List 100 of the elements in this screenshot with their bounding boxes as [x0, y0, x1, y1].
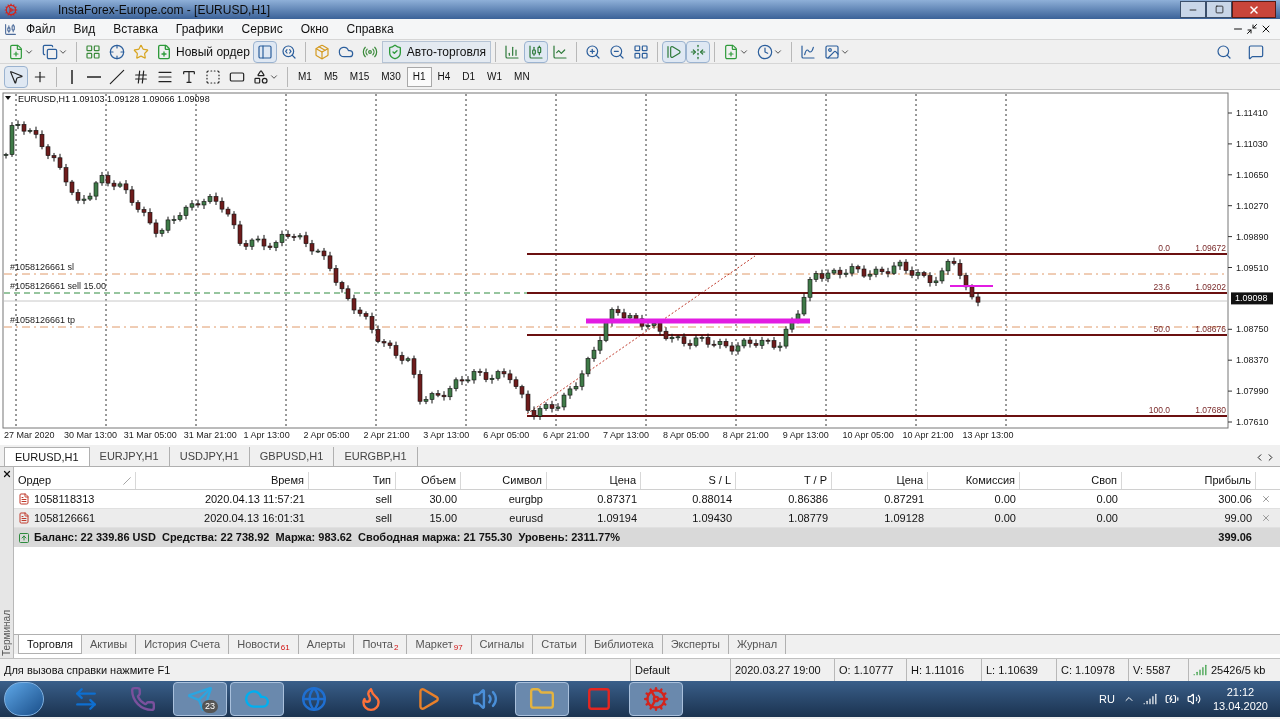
column-header[interactable]: Цена [832, 472, 928, 489]
time-label: 6 Apr 05:00 [483, 430, 530, 440]
time-label: 3 Apr 13:00 [423, 430, 470, 440]
table-cell-text: 0.00 [1095, 510, 1119, 526]
timeframe-button[interactable]: MN [508, 66, 536, 87]
menu-item[interactable]: Вид [64, 20, 105, 38]
column-header[interactable]: Символ [461, 472, 547, 489]
table-cell-text: 1.09430 [691, 510, 733, 526]
table-cell-text: 0.00 [1095, 491, 1119, 507]
price-label: 1.07990 [1236, 386, 1269, 397]
column-header[interactable]: Время [136, 472, 309, 489]
high-price: H: 1.11016 [911, 662, 964, 678]
language-indicator: RU [1099, 691, 1115, 707]
new-order-button[interactable]: Новый ордер [153, 40, 253, 63]
table-cell-text: sell [374, 491, 393, 507]
table-cell-text: 0.87371 [596, 491, 638, 507]
fibonacci-level: 0.0 [1158, 243, 1170, 253]
table-cell-text: 2020.04.13 16:01:31 [203, 510, 306, 526]
terminal-tab[interactable]: История Счета [136, 635, 230, 654]
date: 13.04.2020 [1212, 699, 1268, 713]
table-cell-text: 30.00 [428, 491, 458, 507]
time-label: 9 Apr 13:00 [782, 430, 829, 440]
time-label: 31 Mar 21:00 [183, 430, 237, 440]
timeframe-button[interactable]: W1 [481, 66, 509, 87]
table-cell-text: eurgbp [507, 491, 544, 507]
terminal-tab[interactable]: Библиотека [585, 635, 663, 654]
chart-tab[interactable]: EURUSD,H1 [4, 447, 90, 466]
time-label: 2 Apr 21:00 [363, 430, 410, 440]
timeframe-button[interactable]: M5 [317, 66, 344, 87]
account-summary: Баланс: 22 339.86 USD Средства: 22 738.92 Маржа: 983.62 Свободная маржа: 21 755.30 Уровень: 2311.77% [34, 530, 621, 546]
terminal-tab[interactable]: Сигналы [471, 635, 534, 654]
taskbar-app-button[interactable]: 23 [173, 682, 227, 716]
price-label: 1.11410 [1236, 108, 1268, 118]
time-label: 8 Apr 05:00 [662, 430, 709, 440]
table-cell-text: 1.09128 [883, 510, 925, 526]
bar-time: 2020.03.27 19:00 [735, 662, 821, 678]
table-cell: 1058126661 [14, 509, 136, 527]
table-cell-text: 0.88014 [691, 491, 733, 507]
time-label: 6 Apr 21:00 [543, 430, 590, 440]
menu-item[interactable]: Графики [166, 20, 233, 38]
menu-item[interactable]: Окно [291, 20, 338, 38]
fibonacci-price: 1.07680 [1195, 405, 1226, 415]
price-label: 1.08750 [1236, 324, 1269, 335]
low-price: L: 1.10639 [986, 662, 1038, 678]
unread-count: 2 [394, 642, 399, 654]
window-title: InstaForex-Europe.com - [EURUSD,H1] [58, 1, 271, 19]
menu-item[interactable]: Файл [17, 20, 65, 38]
profile-name: Default [635, 662, 670, 678]
timeframe-button[interactable]: M15 [343, 66, 376, 87]
column-header[interactable]: S / L [641, 472, 736, 489]
column-header[interactable]: Тип [309, 472, 396, 489]
notification-badge: 23 [202, 699, 218, 713]
current-price: 1.09098 [1231, 292, 1273, 305]
column-header[interactable]: Комиссия [928, 472, 1020, 489]
column-header[interactable]: Объем [396, 472, 461, 489]
fibonacci-price: 1.09672 [1195, 243, 1226, 253]
order-line-label: #1058126661 sell 15.00 [10, 281, 107, 291]
order-line-label: #1058126661 tp [10, 315, 76, 325]
order-row[interactable]: 1058126661 2020.04.13 16:01:31 sell 15.00 eurusd 1.09194 1.09430 1.08779 1.09128 0.00 0.00 99.00 [14, 509, 1280, 528]
price-label: 1.11030 [1236, 138, 1268, 149]
order-row[interactable]: 1058118313 2020.04.13 11:57:21 sell 30.00 eurgbp 0.87371 0.88014 0.86386 0.87291 0.00 0.00 300.06 [14, 490, 1280, 509]
column-header[interactable]: T / P [736, 472, 832, 489]
terminal-tab[interactable]: Торговля [18, 635, 82, 654]
terminal-tab[interactable]: Статьи [533, 635, 586, 654]
column-header[interactable]: Цена [547, 472, 641, 489]
terminal-tab[interactable]: Журнал [728, 635, 787, 654]
table-cell-text: 99.00 [1223, 510, 1253, 526]
time-label: 7 Apr 13:00 [603, 430, 650, 440]
price-label: 1.08370 [1236, 355, 1269, 366]
menu-item[interactable]: Вставка [104, 20, 167, 38]
column-header[interactable]: Прибыль [1122, 472, 1256, 489]
menu-item[interactable]: Справка [337, 20, 403, 38]
column-header[interactable]: Своп [1020, 472, 1122, 489]
clock: 21:12 [1226, 685, 1255, 699]
timeframe-button[interactable]: M1 [292, 66, 318, 87]
timeframe-button[interactable]: H4 [431, 66, 457, 87]
table-cell: 1058118313 [14, 490, 136, 508]
column-header[interactable]: Ордер [14, 472, 136, 489]
total-profit: 399.06 [1218, 530, 1252, 546]
fibonacci-price: 1.09202 [1195, 282, 1226, 292]
auto-trading-button[interactable]: Авто-торговля [381, 40, 492, 63]
price-label: 1.10270 [1236, 200, 1269, 211]
timeframe-button[interactable]: H1 [406, 66, 432, 87]
unread-count: 97 [453, 642, 463, 654]
time-label: 31 Mar 05:00 [123, 430, 177, 440]
terminal-tab[interactable]: Активы [81, 635, 137, 654]
terminal-tab[interactable]: Эксперты [662, 635, 729, 654]
time-label: 27 Mar 2020 [4, 430, 55, 440]
menu-item[interactable]: Сервис [232, 20, 292, 38]
terminal-tab[interactable]: Алерты [298, 635, 355, 654]
fibonacci-level: 50.0 [1153, 324, 1170, 334]
traffic: 25426/5 kb [1211, 662, 1266, 678]
timeframe-button[interactable]: D1 [456, 66, 482, 87]
open-price: O: 1.10777 [839, 662, 894, 678]
table-cell-text: 0.00 [993, 491, 1017, 507]
timeframe-button[interactable]: M30 [375, 66, 407, 87]
table-cell-text: 1.08779 [787, 510, 829, 526]
volume: V: 5587 [1133, 662, 1171, 678]
table-cell-text: 1.09194 [596, 510, 638, 526]
time-label: 1 Apr 13:00 [243, 430, 290, 440]
